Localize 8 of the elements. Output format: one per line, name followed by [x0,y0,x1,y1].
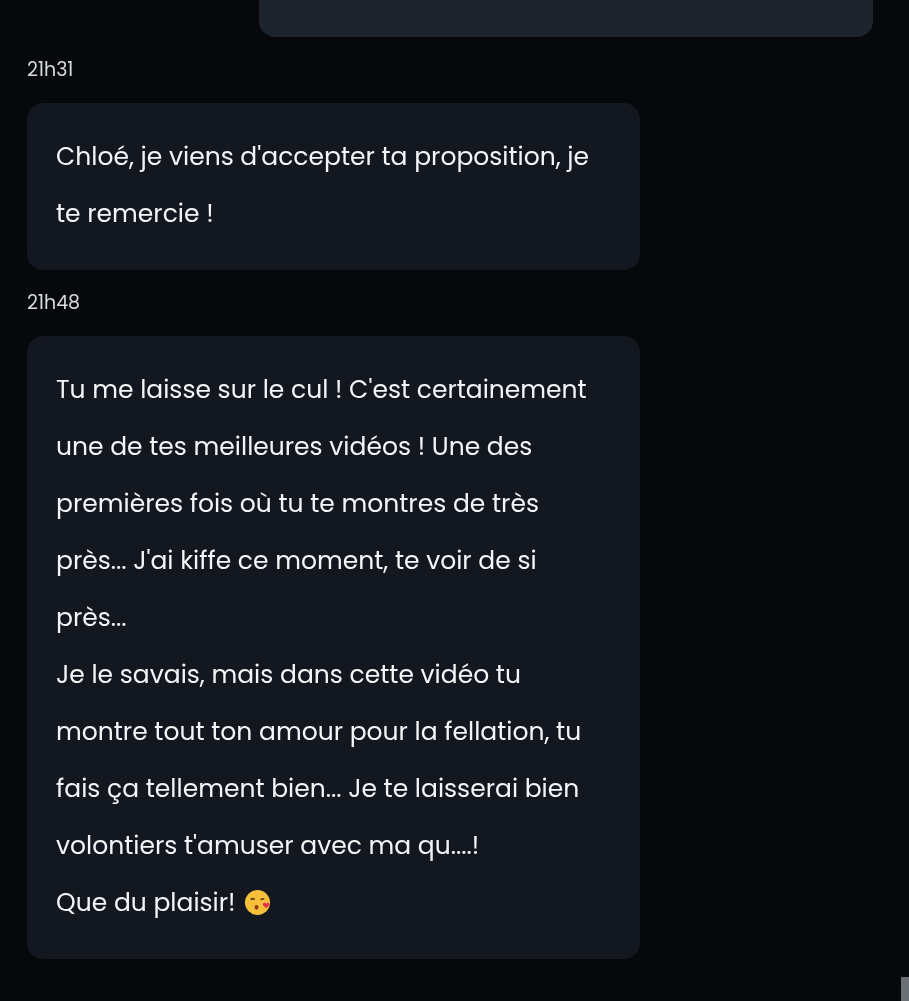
scrollbar-thumb [901,977,909,1001]
message-text: Je le savais, mais dans cette vidéo tu montre tout ton amour pour la fellation, tu fais ça tellement bien... Je te laisserai bien volontiers t'amuser avec ma qu....! [56,656,583,865]
message-text: Chloé, je viens d'accepter ta proposition, je te remercie ! [56,138,591,233]
message-time: 21h31 [27,55,75,85]
kiss-face-icon [243,889,271,916]
message-text: Tu me laisse sur le cul ! C'est certainement une de tes meilleures vidéos ! Une des premières fois où tu te montres de très près... J'ai kiffe ce moment, te voir de si près... [56,371,588,637]
message-time: 21h48 [27,288,82,318]
message-text: Que du plaisir! [56,884,236,922]
